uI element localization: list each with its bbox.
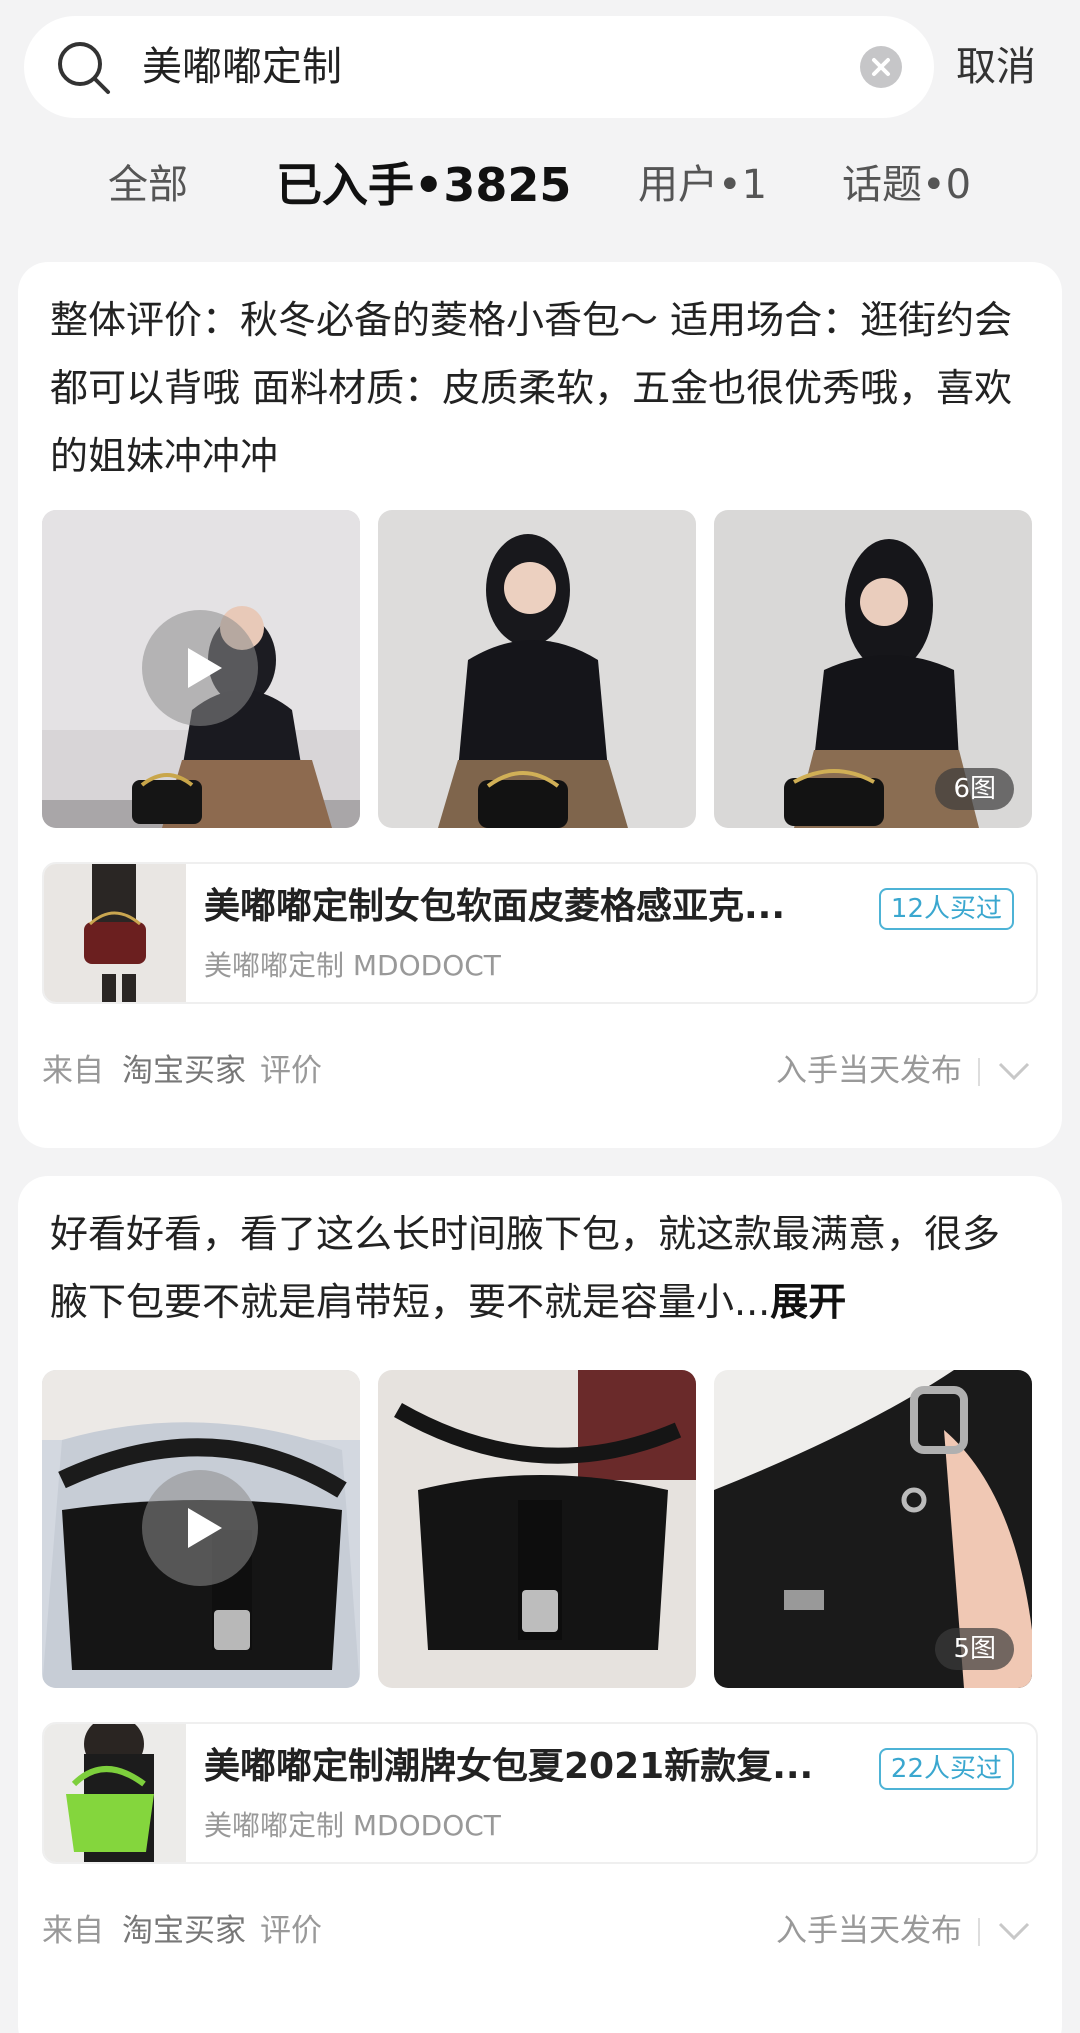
tab-purchased[interactable]: 已入手•3825 [276, 150, 571, 220]
post-footer: 来自 淘宝买家 评价 入手当天发布 [42, 1046, 1038, 1096]
photo-image [378, 1370, 696, 1688]
search-bar[interactable]: 美嘟嘟定制 [24, 16, 934, 118]
product-shop: 美嘟嘟定制 MDODOCT [204, 949, 501, 982]
tab-users[interactable]: 用户•1 [638, 150, 767, 220]
publish-time: 入手当天发布 [776, 1913, 962, 1949]
product-title: 美嘟嘟定制潮牌女包夏2021新款复... [204, 1746, 814, 1787]
search-input[interactable]: 美嘟嘟定制 [142, 16, 342, 118]
product-card[interactable]: 美嘟嘟定制女包软面皮菱格感亚克... 美嘟嘟定制 MDODOCT 12人买过 [42, 862, 1038, 1004]
photo-count-badge: 5图 [935, 1628, 1014, 1670]
source-prefix: 来自 [42, 1053, 104, 1089]
tab-topics[interactable]: 话题•0 [842, 150, 971, 220]
tab-all[interactable]: 全部 [108, 150, 188, 220]
play-button[interactable] [142, 610, 258, 726]
chevron-down-icon[interactable] [994, 1054, 1034, 1088]
source-platform: 淘宝买家 [122, 1053, 246, 1089]
photo-count-badge: 6图 [935, 768, 1014, 810]
post-text: 整体评价：秋冬必备的菱格小香包～ 适用场合：逛街约会都可以背哦 面料材质：皮质柔… [50, 298, 1013, 478]
divider [978, 1918, 980, 1946]
search-icon [58, 42, 110, 94]
tab-bar: 全部 已入手•3825 用户•1 话题•0 [0, 150, 1080, 220]
publish-time: 入手当天发布 [776, 1053, 962, 1089]
play-icon [188, 1508, 222, 1548]
post-text-body: 好看好看，看了这么长时间腋下包，就这款最满意，很多腋下包要不就是肩带短，要不就是… [50, 1212, 1001, 1324]
source-platform: 淘宝买家 [122, 1913, 246, 1949]
source-prefix: 来自 [42, 1913, 104, 1949]
post-source: 来自 淘宝买家 评价 [42, 1046, 322, 1096]
cancel-button[interactable]: 取消 [956, 16, 1036, 118]
chevron-down-icon[interactable] [994, 1914, 1034, 1948]
post-video[interactable] [42, 510, 360, 828]
source-type: 评价 [260, 1913, 322, 1949]
photo-row: 5图 [42, 1370, 1038, 1688]
product-card[interactable]: 美嘟嘟定制潮牌女包夏2021新款复... 美嘟嘟定制 MDODOCT 22人买过 [42, 1722, 1038, 1864]
post-photo[interactable] [378, 1370, 696, 1688]
post-video[interactable] [42, 1370, 360, 1688]
post-text: 好看好看，看了这么长时间腋下包，就这款最满意，很多腋下包要不就是肩带短，要不就是… [50, 1200, 1030, 1336]
post-source: 来自 淘宝买家 评价 [42, 1906, 322, 1956]
post-card[interactable]: 好看好看，看了这么长时间腋下包，就这款最满意，很多腋下包要不就是肩带短，要不就是… [18, 1176, 1062, 2033]
product-thumbnail [44, 1724, 186, 1862]
play-icon [188, 648, 222, 688]
post-card[interactable]: 整体评价：秋冬必备的菱格小香包～ 适用场合：逛街约会都可以背哦 面料材质：皮质柔… [18, 262, 1062, 1148]
post-footer: 来自 淘宝买家 评价 入手当天发布 [42, 1906, 1038, 1956]
photo-image [378, 510, 696, 828]
photo-row: 6图 [42, 510, 1038, 828]
post-photo[interactable]: 6图 [714, 510, 1032, 828]
bought-count-badge: 12人买过 [878, 888, 1014, 930]
play-button[interactable] [142, 1470, 258, 1586]
clear-icon[interactable] [860, 46, 902, 88]
divider [978, 1058, 980, 1086]
product-thumbnail [44, 864, 186, 1002]
product-shop: 美嘟嘟定制 MDODOCT [204, 1809, 501, 1842]
expand-button[interactable]: 展开 [770, 1280, 846, 1324]
bought-count-badge: 22人买过 [878, 1748, 1014, 1790]
source-type: 评价 [260, 1053, 322, 1089]
post-photo[interactable] [378, 510, 696, 828]
product-title: 美嘟嘟定制女包软面皮菱格感亚克... [204, 886, 786, 927]
post-photo[interactable]: 5图 [714, 1370, 1032, 1688]
